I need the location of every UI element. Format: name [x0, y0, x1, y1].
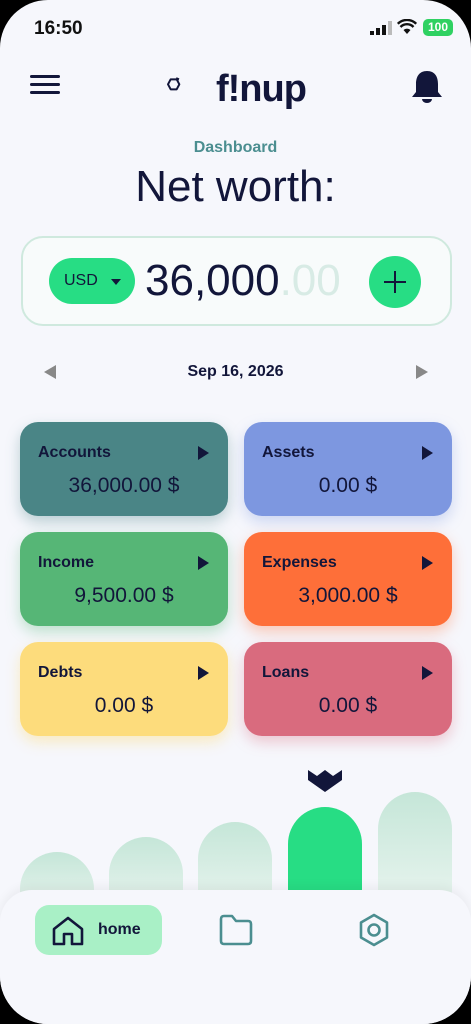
- selected-pointer-icon: [308, 770, 342, 792]
- tile-label: Accounts: [38, 444, 111, 461]
- nav-home-label: home: [98, 921, 141, 938]
- bell-icon[interactable]: [410, 68, 444, 104]
- status-bar: 16:50 100: [0, 0, 471, 56]
- settings-hexagon-icon[interactable]: [356, 912, 392, 948]
- net-worth-cents: .00: [279, 256, 341, 305]
- tile-expenses[interactable]: Expenses 3,000.00 $: [244, 532, 452, 626]
- page-subtitle: Dashboard: [193, 139, 278, 156]
- folder-icon[interactable]: [218, 913, 254, 947]
- tile-label: Income: [38, 554, 95, 571]
- tile-income[interactable]: Income 9,500.00 $: [20, 532, 228, 626]
- wifi-icon: [397, 19, 417, 34]
- tile-accounts[interactable]: Accounts 36,000.00 $: [20, 422, 228, 516]
- tile-value: 0.00 $: [318, 474, 378, 497]
- brand-logo-icon: [167, 77, 181, 91]
- brand-name: f!nup: [216, 68, 307, 110]
- play-arrow-icon: [198, 446, 209, 460]
- page-title: Net worth:: [135, 162, 336, 211]
- nav-home-button[interactable]: home: [35, 905, 162, 955]
- battery-indicator: 100: [423, 19, 453, 36]
- cellular-signal-icon: [370, 21, 392, 35]
- currency-label: USD: [64, 272, 98, 289]
- net-worth-card: USD 36,000.00: [21, 236, 452, 326]
- tile-value: 0.00 $: [318, 694, 378, 717]
- play-arrow-icon: [422, 666, 433, 680]
- next-date-icon[interactable]: [416, 365, 428, 379]
- home-icon: [52, 916, 84, 946]
- net-worth-amount: 36,000.00: [145, 256, 341, 306]
- tile-label: Assets: [262, 444, 315, 461]
- phone-screen: 16:50 100 f!nup Dashboard Net worth: USD: [0, 0, 471, 1024]
- add-button[interactable]: [369, 256, 421, 308]
- currency-selector[interactable]: USD: [49, 258, 135, 304]
- tile-value: 9,500.00 $: [74, 584, 174, 607]
- tile-value: 3,000.00 $: [298, 584, 398, 607]
- tile-loans[interactable]: Loans 0.00 $: [244, 642, 452, 736]
- hamburger-menu-icon[interactable]: [30, 73, 62, 97]
- tile-label: Loans: [262, 664, 310, 681]
- current-date: Sep 16, 2026: [187, 363, 284, 380]
- play-arrow-icon: [422, 556, 433, 570]
- status-time: 16:50: [34, 18, 83, 39]
- play-arrow-icon: [198, 556, 209, 570]
- tile-debts[interactable]: Debts 0.00 $: [20, 642, 228, 736]
- net-worth-whole: 36,000: [145, 256, 280, 305]
- tile-value: 0.00 $: [94, 694, 154, 717]
- tile-assets[interactable]: Assets 0.00 $: [244, 422, 452, 516]
- play-arrow-icon: [422, 446, 433, 460]
- tile-label: Debts: [38, 664, 83, 681]
- play-arrow-icon: [198, 666, 209, 680]
- tile-value: 36,000.00 $: [68, 474, 180, 497]
- caret-down-icon: [111, 279, 121, 285]
- bottom-navigation: home: [0, 890, 471, 1024]
- tile-label: Expenses: [262, 554, 337, 571]
